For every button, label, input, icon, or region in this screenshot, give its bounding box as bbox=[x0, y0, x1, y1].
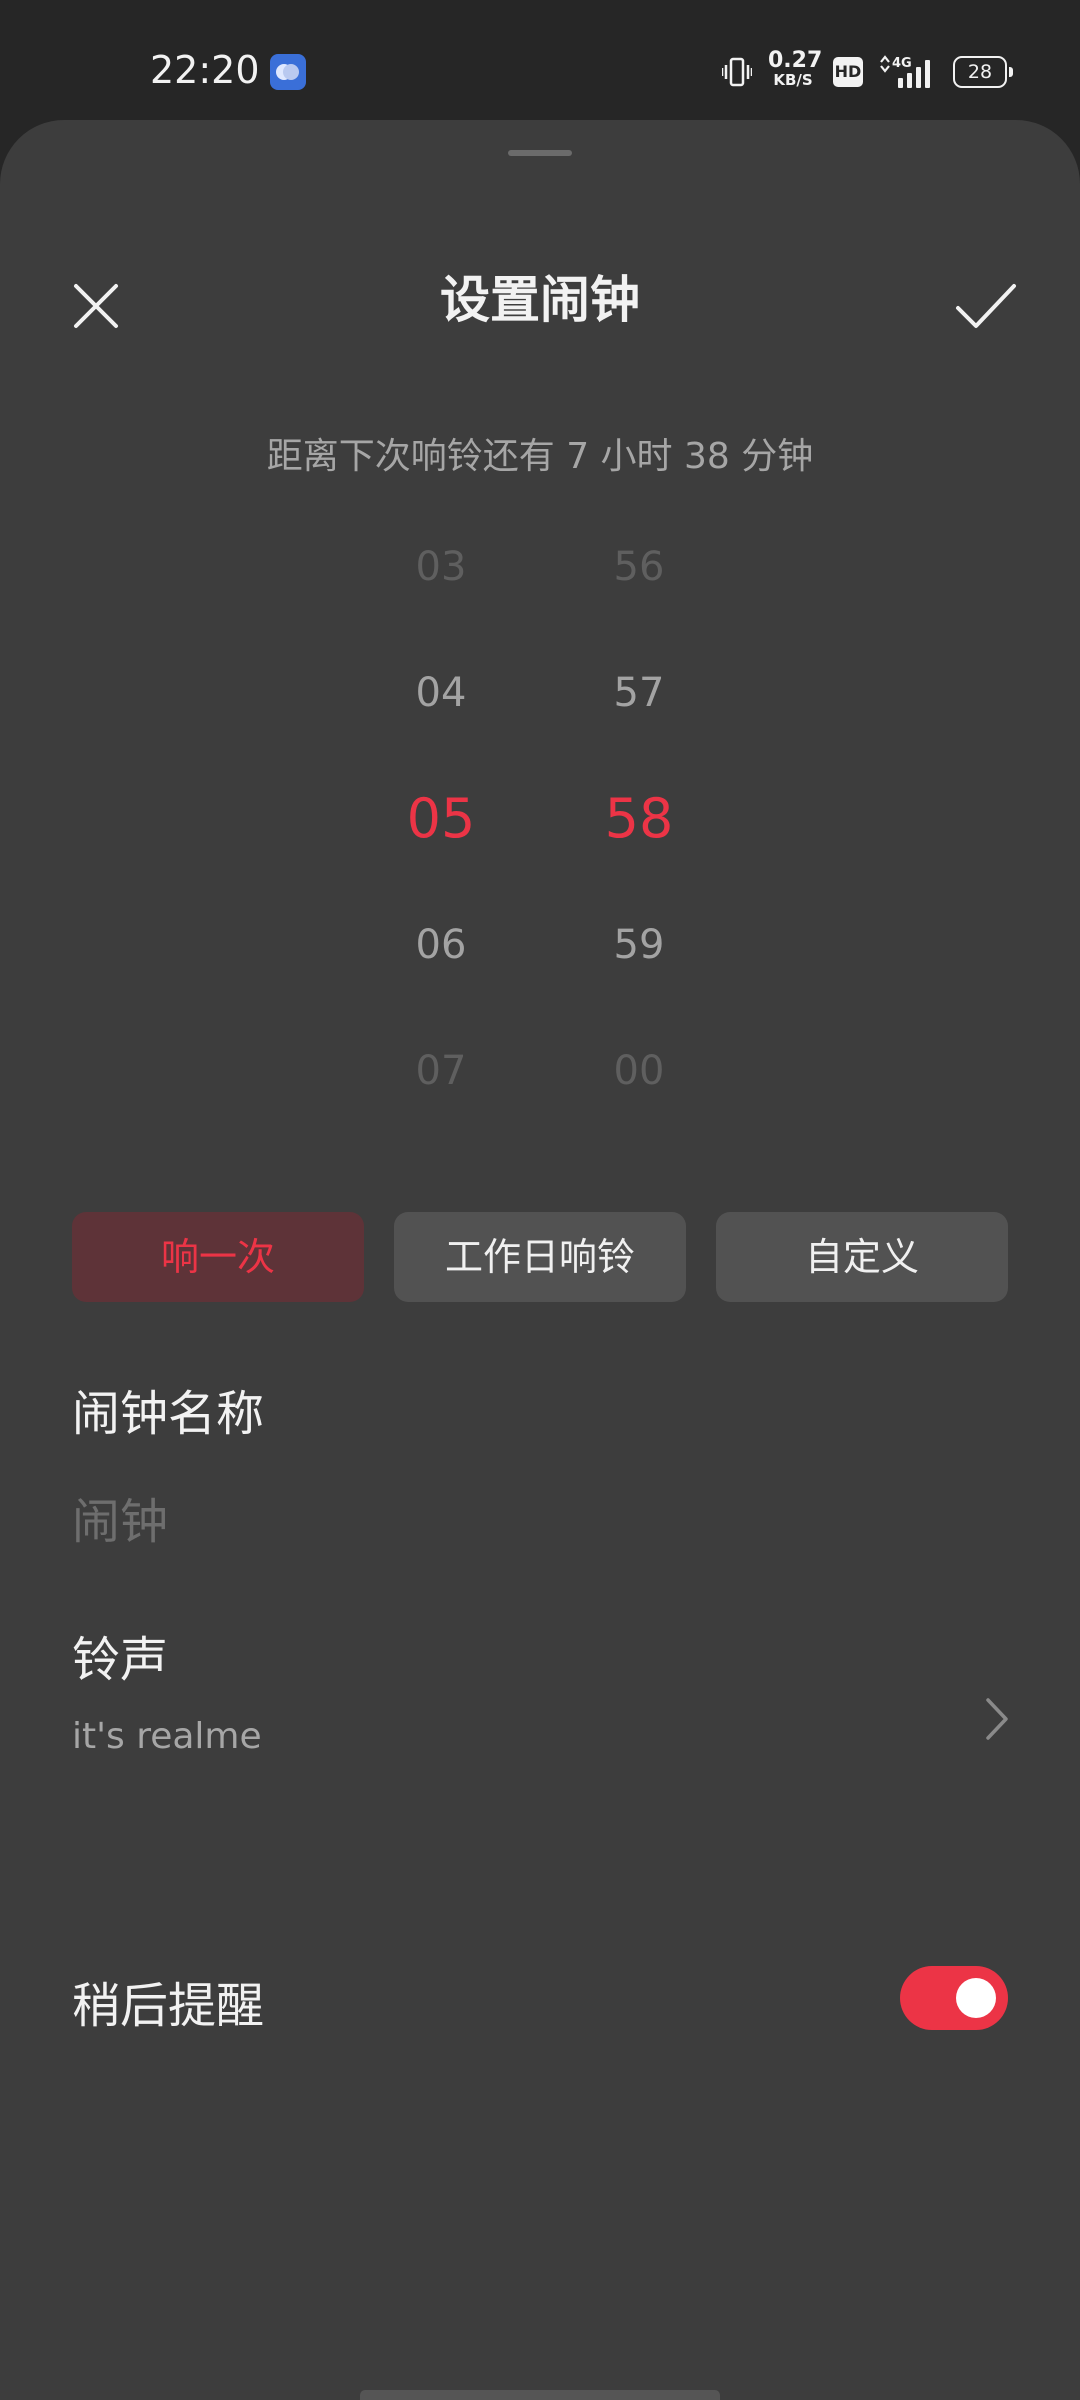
battery-level: 28 bbox=[967, 61, 993, 83]
alarm-name-label: 闹钟名称 bbox=[72, 1386, 265, 1442]
status-time: 22:20 bbox=[150, 48, 260, 92]
hour-option[interactable]: 06 bbox=[371, 890, 511, 1000]
hd-badge: HD bbox=[833, 57, 863, 87]
minute-picker-wheel[interactable]: 56 57 58 59 00 bbox=[569, 512, 709, 1142]
minute-option[interactable]: 56 bbox=[569, 512, 709, 622]
next-alarm-countdown: 距离下次响铃还有 7 小时 38 分钟 bbox=[266, 436, 814, 477]
home-indicator[interactable] bbox=[360, 2390, 720, 2400]
selected-hour[interactable]: 05 bbox=[371, 764, 511, 874]
hour-option[interactable]: 04 bbox=[371, 638, 511, 748]
minute-option[interactable]: 59 bbox=[569, 890, 709, 1000]
ringtone-value: it's realme bbox=[72, 1716, 262, 1757]
alarm-name-input[interactable] bbox=[72, 1482, 1008, 1562]
snooze-row: 稍后提醒 bbox=[0, 1966, 1080, 2046]
repeat-workdays-button[interactable]: 工作日响铃 bbox=[394, 1212, 686, 1302]
snooze-toggle[interactable] bbox=[900, 1966, 1008, 2030]
selected-minute[interactable]: 58 bbox=[569, 764, 709, 874]
network-speed-unit: KB/S bbox=[773, 71, 813, 89]
repeat-custom-button[interactable]: 自定义 bbox=[716, 1212, 1008, 1302]
drag-handle[interactable] bbox=[508, 150, 572, 156]
snooze-label: 稍后提醒 bbox=[72, 1978, 265, 2034]
check-icon bbox=[956, 284, 1016, 328]
hour-picker-wheel[interactable]: 03 04 05 06 07 bbox=[371, 512, 511, 1142]
repeat-once-button[interactable]: 响一次 bbox=[72, 1212, 364, 1302]
battery-icon: 28 bbox=[953, 56, 1013, 88]
vibrate-icon bbox=[721, 56, 753, 88]
ringtone-label: 铃声 bbox=[72, 1632, 169, 1688]
hour-option[interactable]: 03 bbox=[371, 512, 511, 622]
network-speed: 0.27 KB/S bbox=[768, 48, 823, 89]
cellular-signal-icon: 4G bbox=[878, 54, 938, 90]
status-bar: 22:20 0.27 KB/S HD 4G 28 bbox=[0, 0, 1080, 120]
repeat-options: 响一次 工作日响铃 自定义 bbox=[72, 1212, 1008, 1302]
network-type-label: 4G bbox=[892, 56, 912, 71]
ringtone-row[interactable]: 铃声 it's realme bbox=[0, 1628, 1080, 1808]
alarm-settings-sheet: 设置闹钟 距离下次响铃还有 7 小时 38 分钟 03 04 05 06 07 … bbox=[0, 120, 1080, 2400]
minute-option[interactable]: 00 bbox=[569, 1016, 709, 1126]
chevron-right-icon bbox=[976, 1694, 1016, 1744]
page-title: 设置闹钟 bbox=[440, 271, 640, 329]
hour-option[interactable]: 07 bbox=[371, 1016, 511, 1126]
network-speed-value: 0.27 bbox=[768, 48, 823, 73]
confirm-button[interactable] bbox=[948, 270, 1024, 342]
toggle-knob bbox=[956, 1978, 996, 2018]
minute-option[interactable]: 57 bbox=[569, 638, 709, 748]
cloud-app-icon bbox=[270, 54, 306, 90]
